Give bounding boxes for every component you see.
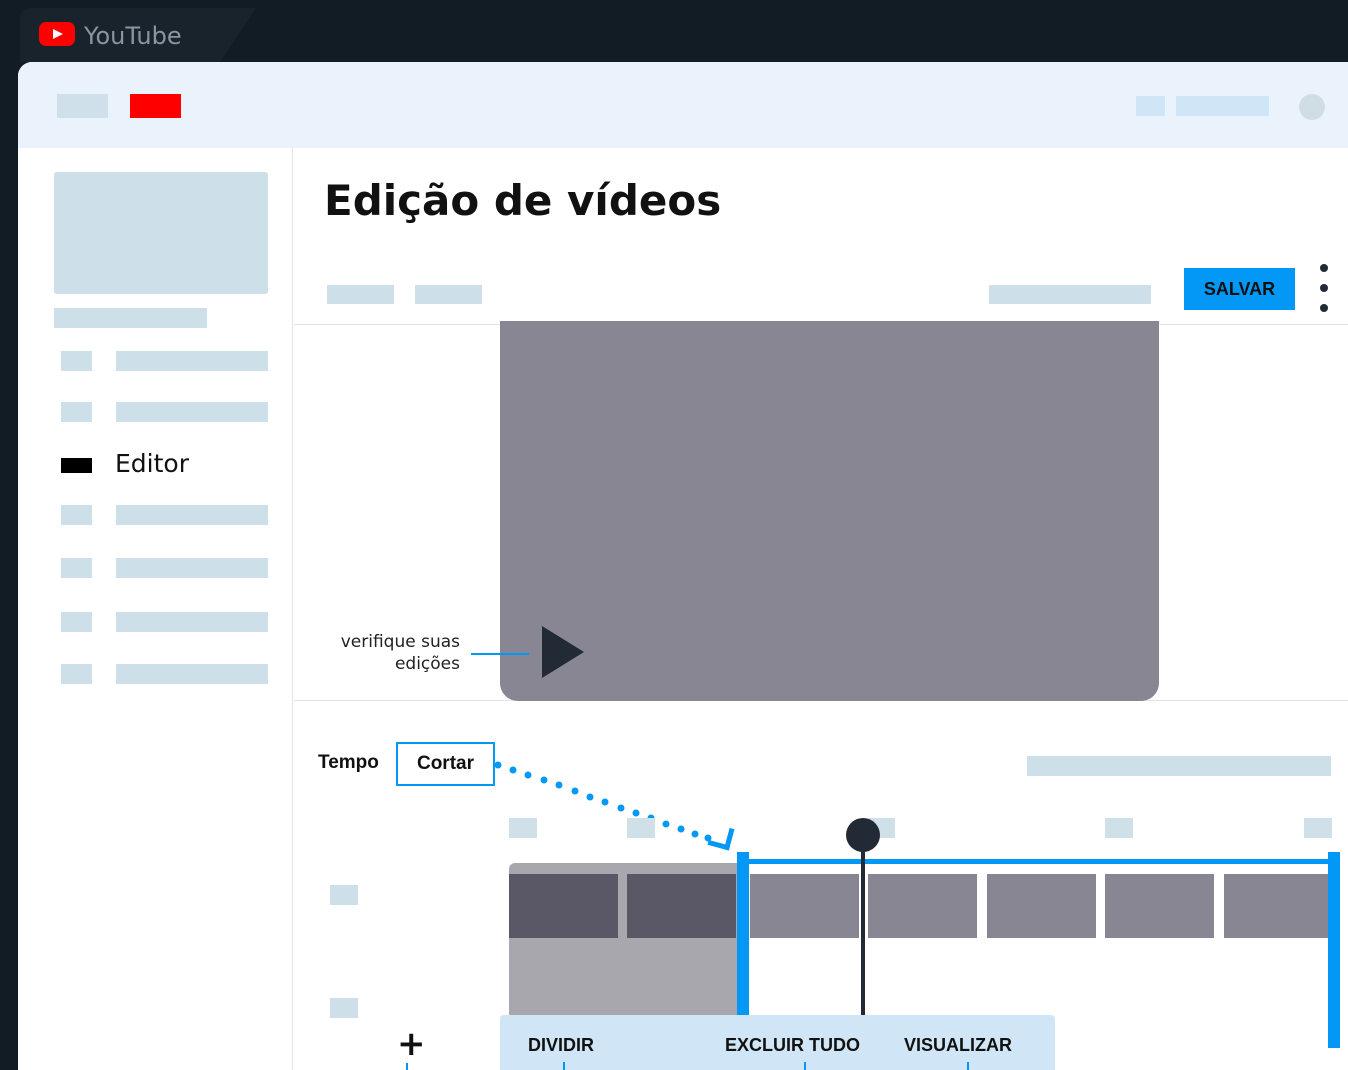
sidebar-item-1[interactable]	[61, 351, 268, 371]
sidebar-item-5[interactable]	[61, 558, 268, 578]
timeline-marker	[509, 818, 537, 838]
sidebar-item-icon	[61, 664, 92, 684]
sidebar-item-label-placeholder	[116, 505, 268, 525]
channel-thumbnail[interactable]	[54, 172, 268, 294]
annotation-tick	[563, 1062, 565, 1070]
selection-top-edge	[746, 859, 1336, 864]
playhead-handle[interactable]	[846, 818, 880, 852]
sidebar-item-4[interactable]	[61, 505, 268, 525]
plus-icon[interactable]: +	[397, 1024, 426, 1064]
editor-icon	[61, 458, 92, 473]
annotation-tick	[406, 1063, 408, 1070]
edit-toolbar: DIVIDIR EXCLUIR TUDO VISUALIZAR	[500, 1015, 1055, 1070]
sidebar-item-label-placeholder	[116, 612, 268, 632]
youtube-logo-icon	[39, 22, 75, 46]
video-frame	[509, 874, 618, 938]
annotation-tick	[804, 1062, 806, 1070]
video-frame	[1105, 874, 1214, 938]
video-frame	[627, 874, 736, 938]
sidebar-item-6[interactable]	[61, 612, 268, 632]
timeline-marker	[1105, 818, 1133, 838]
top-bar	[18, 62, 1348, 148]
sidebar-item-icon	[61, 402, 92, 422]
timeline-marker	[1304, 818, 1332, 838]
sidebar: Editor	[18, 148, 293, 1070]
sidebar-item-label-placeholder	[116, 351, 268, 371]
sidebar-item-icon	[61, 558, 92, 578]
playhead-line	[861, 832, 865, 1022]
video-frame	[987, 874, 1096, 938]
delete-all-button[interactable]: EXCLUIR TUDO	[725, 1035, 860, 1056]
trim-handle-right[interactable]	[1328, 852, 1340, 1048]
sidebar-item-2[interactable]	[61, 402, 268, 422]
split-button[interactable]: DIVIDIR	[528, 1035, 594, 1056]
topbar-action-placeholder[interactable]	[1176, 96, 1269, 116]
main-content: Edição de vídeos SALVAR verifique suas e…	[294, 148, 1348, 1070]
sidebar-item-editor[interactable]: Editor	[61, 449, 268, 478]
video-frame	[750, 874, 859, 938]
create-icon[interactable]	[1136, 96, 1165, 116]
tab-title: YouTube	[84, 22, 182, 50]
video-frame	[1224, 874, 1330, 938]
preview-button[interactable]: VISUALIZAR	[904, 1035, 1012, 1056]
youtube-logo[interactable]	[130, 94, 181, 118]
sidebar-item-label-placeholder	[116, 558, 268, 578]
timeline-marker	[627, 818, 655, 838]
menu-icon[interactable]	[57, 94, 108, 118]
browser-tab[interactable]: YouTube	[20, 8, 256, 62]
annotation-tick	[967, 1062, 969, 1070]
trim-handle-left[interactable]	[737, 852, 749, 1042]
sidebar-item-label-placeholder	[116, 664, 268, 684]
channel-name-placeholder	[54, 308, 207, 328]
video-frame	[868, 874, 977, 938]
sidebar-item-label: Editor	[115, 449, 189, 478]
avatar[interactable]	[1299, 94, 1325, 120]
sidebar-item-label-placeholder	[116, 402, 268, 422]
sidebar-item-icon	[61, 351, 92, 371]
video-track-icon	[330, 885, 358, 905]
sidebar-item-7[interactable]	[61, 664, 268, 684]
audio-track-icon	[330, 998, 358, 1018]
app-window: Editor Edição de vídeos SALVAR verifique…	[18, 62, 1348, 1070]
sidebar-item-icon	[61, 612, 92, 632]
sidebar-item-icon	[61, 505, 92, 525]
